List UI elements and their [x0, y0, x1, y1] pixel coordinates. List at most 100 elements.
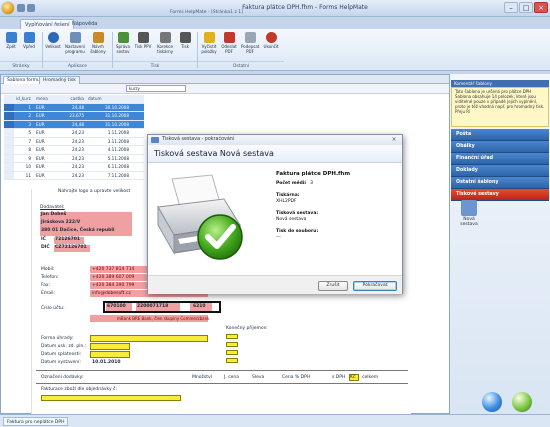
printer-correction-button[interactable]: Korekce tiskárny [155, 32, 175, 54]
settings-button[interactable]: Nastavení programu [64, 32, 86, 54]
menu-doklady[interactable]: Doklady [451, 165, 549, 177]
row-header[interactable] [4, 103, 14, 111]
row-header[interactable] [4, 137, 14, 145]
cell-castka[interactable]: 24,23 [54, 163, 84, 171]
issue-date-value[interactable]: 10.01.2010 [92, 360, 120, 365]
col-datum[interactable]: datum [84, 95, 129, 103]
tab-vyplnovani[interactable]: Vyplňování řešení [20, 19, 75, 29]
table-row[interactable]: 1 EUR 24,48 30.10.2008 [4, 103, 144, 112]
col-mena[interactable]: mena [34, 95, 54, 103]
row-header[interactable] [4, 112, 14, 120]
col-id-kurz[interactable]: id_kurz [14, 95, 34, 103]
row-header[interactable] [4, 129, 14, 137]
data-grid[interactable]: id_kurz mena castka datum 1 EUR 24,48 30.10… [4, 95, 144, 180]
cell-castka[interactable]: 23,675 [54, 112, 84, 120]
datasource-combo[interactable]: kurzy [126, 85, 186, 92]
cell-castka[interactable]: 24,48 [54, 121, 84, 129]
supplier-street[interactable]: Jiráskova 222/V [41, 220, 80, 225]
minimize-icon[interactable]: – [504, 2, 518, 13]
cell-mena[interactable]: EUR [34, 172, 54, 180]
cell-mena[interactable]: EUR [34, 112, 54, 120]
cell-id[interactable]: 10 [14, 163, 34, 171]
forward-button[interactable]: Vpřed [20, 32, 38, 49]
cell-castka[interactable]: 24,23 [54, 138, 84, 146]
exit-button[interactable]: Ukončit [262, 32, 280, 49]
cell-mena[interactable]: EUR [34, 163, 54, 171]
col-castka[interactable]: castka [54, 95, 84, 103]
cell-mena[interactable]: EUR [34, 129, 54, 137]
continue-button[interactable]: Pokračovat [353, 281, 397, 291]
save-icon[interactable] [17, 4, 25, 12]
undo-icon[interactable] [27, 4, 35, 12]
cell-castka[interactable]: 24,48 [54, 104, 84, 112]
row-header[interactable] [4, 163, 14, 171]
table-row[interactable]: 7 EUR 24,23 3.11.2008 [4, 137, 144, 146]
cell-id[interactable]: 8 [14, 146, 34, 154]
status-template[interactable]: Faktura pro neplátce DPH [3, 417, 69, 426]
table-row[interactable]: 2 EUR 23,675 31.10.2008 [4, 112, 144, 121]
template-design-button[interactable]: Návrh šablony [88, 32, 108, 54]
menu-posta[interactable]: Pošta [451, 129, 549, 141]
cell-mena[interactable]: EUR [34, 121, 54, 129]
final-recipient-field-2[interactable] [226, 342, 238, 347]
print-ppv-button[interactable]: Tisk PPV [134, 32, 152, 49]
payment-form-field[interactable] [90, 335, 208, 342]
menu-obalky[interactable]: Obálky [451, 141, 549, 153]
cell-datum[interactable]: 3.11.2008 [84, 138, 129, 146]
cancel-button[interactable]: Zrušit [318, 281, 348, 291]
cell-id[interactable]: 3 [14, 121, 34, 129]
sign-pdf-button[interactable]: Podepsat PDF [241, 32, 259, 54]
row-header[interactable] [4, 146, 14, 154]
due-date-field[interactable] [90, 351, 130, 358]
supplier-city[interactable]: 380 01 Dačice, Česká republi [41, 228, 114, 233]
cell-castka[interactable]: 24,23 [54, 129, 84, 137]
row-header[interactable] [4, 154, 14, 162]
cell-mena[interactable]: EUR [34, 138, 54, 146]
app-orb-icon[interactable] [2, 2, 14, 14]
cell-castka[interactable]: 24,23 [54, 172, 84, 180]
cell-datum[interactable]: 31.10.2008 [84, 121, 129, 129]
tab-batch-print[interactable]: Hromadný tisk [39, 76, 80, 84]
table-row[interactable]: 8 EUR 24,23 4.11.2008 [4, 146, 144, 155]
cell-id[interactable]: 5 [14, 129, 34, 137]
supplier-name[interactable]: Jan Dobeš [41, 212, 66, 217]
tab-napoveda[interactable]: Nápověda [68, 19, 101, 29]
cell-datum[interactable]: 31.10.2008 [84, 112, 129, 120]
cell-datum[interactable]: 30.10.2008 [84, 104, 129, 112]
cell-id[interactable]: 7 [14, 138, 34, 146]
send-pdf-button[interactable]: Odeslat PDF [220, 32, 238, 54]
cell-datum[interactable]: 5.11.2008 [84, 155, 129, 163]
cell-mena[interactable]: EUR [34, 146, 54, 154]
cell-mena[interactable]: EUR [34, 104, 54, 112]
logo-hint[interactable]: Nahrajte logo a upravte velikost [58, 189, 130, 194]
final-recipient-field-4[interactable] [226, 358, 238, 363]
table-row[interactable]: 11 EUR 24,23 7.11.2008 [4, 171, 144, 180]
cell-id[interactable]: 2 [14, 112, 34, 120]
print-button[interactable]: Tisk [176, 32, 194, 49]
row-header[interactable] [4, 120, 14, 128]
maximize-icon[interactable]: □ [519, 2, 533, 13]
table-row[interactable]: 5 EUR 24,23 1.11.2008 [4, 129, 144, 138]
cell-datum[interactable]: 4.11.2008 [84, 146, 129, 154]
cell-mena[interactable]: EUR [34, 155, 54, 163]
order-field[interactable] [41, 395, 181, 401]
clear-items-button[interactable]: Vyčistit položky [199, 32, 219, 54]
row-header[interactable] [4, 171, 14, 179]
close-icon[interactable]: × [534, 2, 548, 13]
cell-id[interactable]: 11 [14, 172, 34, 180]
cell-id[interactable]: 1 [14, 104, 34, 112]
cell-datum[interactable]: 1.11.2008 [84, 129, 129, 137]
back-button[interactable]: Zpět [2, 32, 20, 49]
menu-financni-urad[interactable]: Finanční úřad [451, 153, 549, 165]
new-report-item[interactable]: Nová sestava [455, 200, 483, 227]
final-recipient-field-1[interactable] [226, 334, 238, 339]
final-recipient-field-3[interactable] [226, 350, 238, 355]
dialog-close-icon[interactable]: × [388, 136, 400, 144]
size-button[interactable]: Velikost [44, 32, 62, 49]
cell-castka[interactable]: 24,23 [54, 155, 84, 163]
tax-date-field[interactable] [90, 343, 130, 350]
table-row[interactable]: 9 EUR 24,23 5.11.2008 [4, 154, 144, 163]
report-management-button[interactable]: Správa sestav [114, 32, 132, 54]
table-row[interactable]: 10 EUR 24,23 6.11.2008 [4, 163, 144, 172]
cell-castka[interactable]: 24,23 [54, 146, 84, 154]
